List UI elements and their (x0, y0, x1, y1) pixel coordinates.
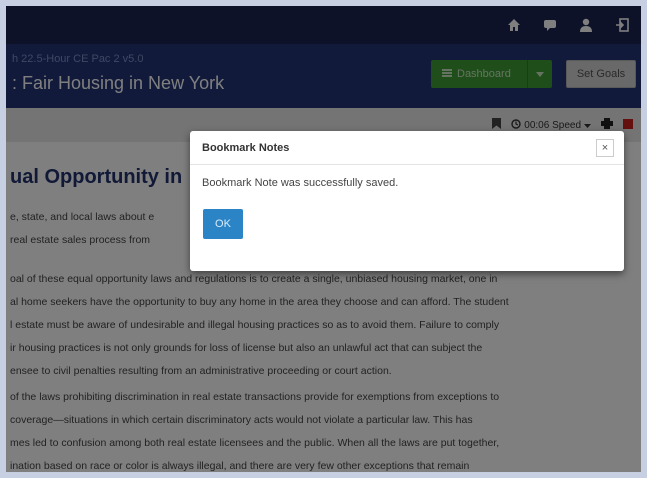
ok-button[interactable]: OK (203, 209, 243, 239)
close-icon[interactable]: × (596, 138, 614, 157)
app-window: h 22.5-Hour CE Pac 2 v5.0 : Fair Housing… (6, 6, 641, 472)
bookmark-notes-dialog: Bookmark Notes × Bookmark Note was succe… (190, 131, 624, 271)
dialog-title: Bookmark Notes (202, 141, 290, 154)
dialog-header: Bookmark Notes × (190, 131, 624, 165)
dialog-message: Bookmark Note was successfully saved. (202, 177, 399, 189)
